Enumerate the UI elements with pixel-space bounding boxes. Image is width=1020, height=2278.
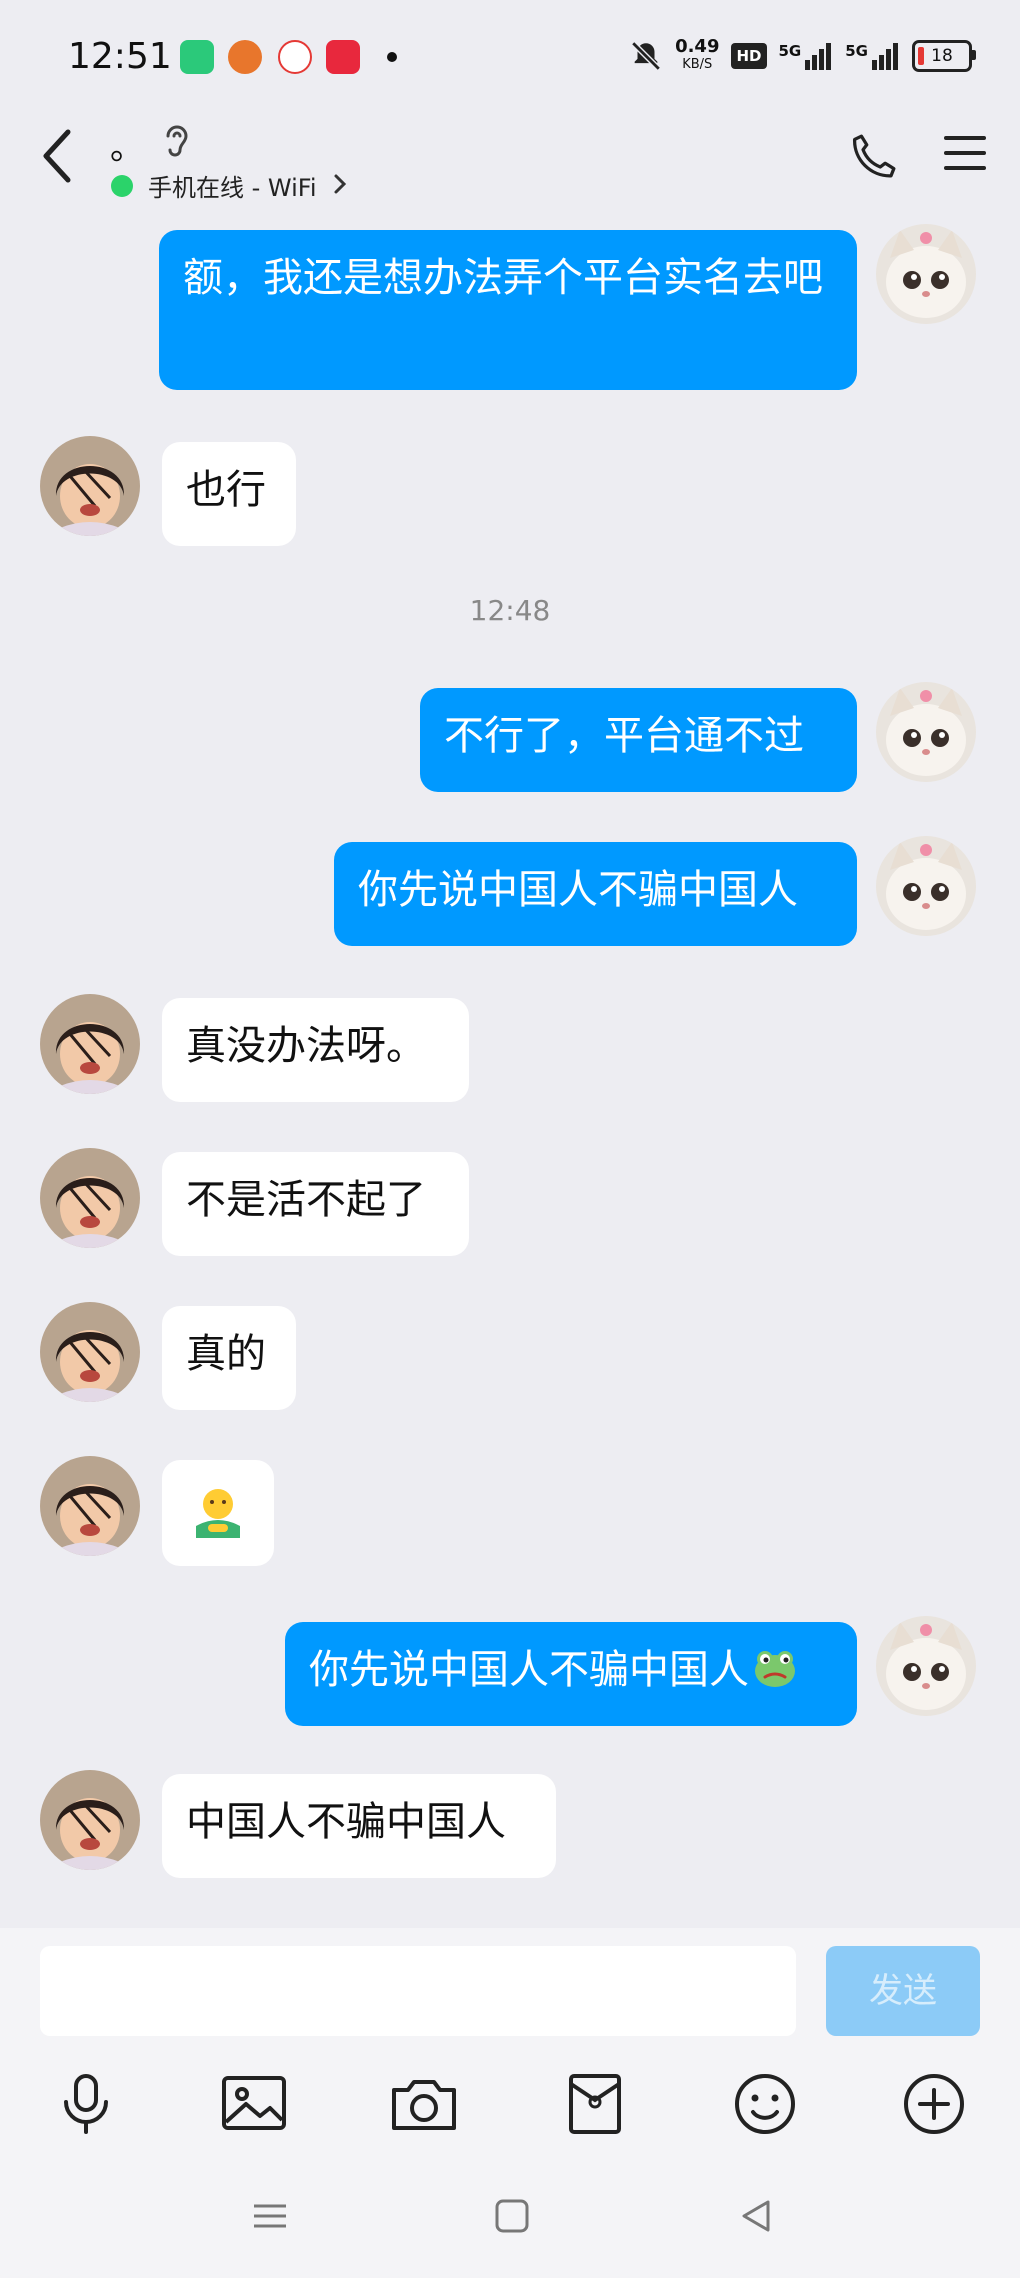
net-speed-value: 0.49 xyxy=(675,36,720,57)
online-status-text[interactable]: 手机在线 - WiFi xyxy=(148,168,317,203)
xiaohongshu-app-icon xyxy=(326,40,360,74)
incoming-message[interactable]: 中国人不骗中国人 xyxy=(162,1774,556,1878)
signal-label: 5G xyxy=(845,42,868,60)
signal-5g-1: 5G xyxy=(779,42,834,70)
outgoing-message[interactable]: 你先说中国人不骗中国人 xyxy=(334,842,857,946)
battery-level: 18 xyxy=(931,46,953,66)
nav-recents-icon[interactable] xyxy=(250,2196,290,2236)
incoming-message[interactable]: 真没办法呀。 xyxy=(162,998,469,1102)
contact-avatar[interactable] xyxy=(40,1456,140,1556)
contact-avatar[interactable] xyxy=(40,1148,140,1248)
outgoing-message[interactable]: 你先说中国人不骗中国人 xyxy=(285,1622,857,1726)
send-button[interactable]: 发送 xyxy=(826,1946,980,2036)
signal-label: 5G xyxy=(778,42,802,60)
mute-bell-icon xyxy=(631,41,661,71)
nav-home-icon[interactable] xyxy=(492,2196,532,2236)
red-packet-icon[interactable] xyxy=(555,2064,635,2144)
more-notifications-dot xyxy=(387,52,397,62)
outgoing-message[interactable]: 不行了，平台通不过 xyxy=(420,688,857,792)
my-avatar-cat[interactable] xyxy=(876,836,976,936)
status-time: 12:51 xyxy=(68,36,172,77)
incoming-emoji-message[interactable] xyxy=(162,1460,274,1566)
phone-call-icon[interactable] xyxy=(846,126,902,186)
video-app-icon xyxy=(278,40,312,74)
contact-avatar[interactable] xyxy=(40,436,140,536)
net-speed-unit: KB/S xyxy=(682,57,713,72)
signal-bars-icon xyxy=(805,43,832,70)
ear-icon[interactable] xyxy=(160,120,194,164)
microphone-icon[interactable] xyxy=(46,2064,126,2144)
incoming-message[interactable]: 不是活不起了 xyxy=(162,1152,469,1256)
my-avatar-cat[interactable] xyxy=(876,682,976,782)
frog-emoji xyxy=(755,1651,795,1687)
signal-bars-icon xyxy=(872,43,898,70)
battery-icon: 18 xyxy=(912,40,976,72)
message-text: 真没办法呀。 xyxy=(186,1023,426,1069)
contact-avatar[interactable] xyxy=(40,1302,140,1402)
online-status-dot xyxy=(111,175,133,197)
hd-badge: HD xyxy=(731,43,767,69)
message-text: 中国人不骗中国人 xyxy=(186,1799,506,1845)
contact-name[interactable]: 。 xyxy=(110,120,144,169)
nav-back-icon[interactable] xyxy=(736,2196,776,2236)
contact-avatar[interactable] xyxy=(40,1770,140,1870)
battery-saver-app-icon xyxy=(180,40,214,74)
network-speed: 0.49 KB/S xyxy=(675,38,719,74)
food-app-icon xyxy=(228,40,262,74)
battery-level-fill xyxy=(918,47,924,65)
message-list[interactable]: 额，我还是想办法弄个平台实名去吧 也行 12:48 不行了，平台通不过 你先说中… xyxy=(0,218,1020,1928)
my-avatar-cat[interactable] xyxy=(876,224,976,324)
back-arrow-icon[interactable] xyxy=(34,126,94,186)
incoming-message[interactable]: 也行 xyxy=(162,442,296,546)
input-bar: 发送 xyxy=(0,1928,1020,2278)
camera-icon[interactable] xyxy=(384,2064,464,2144)
image-icon[interactable] xyxy=(214,2064,294,2144)
contact-avatar[interactable] xyxy=(40,994,140,1094)
message-text: 也行 xyxy=(186,467,266,513)
incoming-message[interactable]: 真的 xyxy=(162,1306,296,1410)
chevron-right-icon[interactable] xyxy=(330,170,350,198)
message-text: 你先说中国人不骗中国人 xyxy=(309,1647,749,1693)
outgoing-message[interactable]: 额，我还是想办法弄个平台实名去吧 xyxy=(159,230,857,390)
message-text: 真的 xyxy=(186,1331,266,1377)
plus-icon[interactable] xyxy=(894,2064,974,2144)
message-input[interactable] xyxy=(40,1946,796,2036)
message-timestamp: 12:48 xyxy=(469,594,551,627)
chat-header: 。 手机在线 - WiFi xyxy=(0,118,1020,218)
emoji-icon[interactable] xyxy=(725,2064,805,2144)
my-avatar-cat[interactable] xyxy=(876,1616,976,1716)
message-text: 不是活不起了 xyxy=(186,1177,426,1223)
menu-icon[interactable] xyxy=(942,130,988,176)
hug-emoji xyxy=(196,1489,240,1538)
signal-5g-2: 5G xyxy=(845,42,900,70)
message-text: 不行了，平台通不过 xyxy=(444,713,804,759)
status-bar: 12:51 0.49 KB/S HD 5G 5G 18 xyxy=(0,0,1020,118)
message-text: 额，我还是想办法弄个平台实名去吧 xyxy=(183,255,823,301)
message-text: 你先说中国人不骗中国人 xyxy=(358,867,798,913)
